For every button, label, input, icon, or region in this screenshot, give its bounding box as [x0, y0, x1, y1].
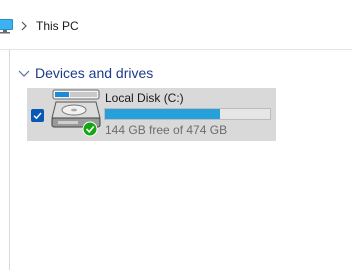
drive-usage-fill — [105, 109, 220, 119]
drive-checkbox[interactable] — [31, 109, 44, 122]
drive-name: Local Disk (C:) — [105, 91, 184, 105]
monitor-icon — [0, 19, 13, 34]
hard-drive-icon — [51, 89, 101, 137]
address-bar-divider — [0, 49, 352, 50]
group-header-devices-and-drives[interactable]: Devices and drives — [18, 63, 153, 83]
checkmark-icon — [33, 112, 42, 120]
drive-free-space: 144 GB free of 474 GB — [105, 123, 228, 137]
navigation-pane[interactable] — [0, 50, 10, 270]
address-bar[interactable]: This PC — [0, 0, 352, 49]
chevron-right-icon[interactable] — [19, 20, 29, 32]
drive-usage-bar — [104, 108, 271, 120]
group-title: Devices and drives — [35, 65, 154, 81]
breadcrumb-this-pc[interactable]: This PC — [36, 19, 79, 33]
chevron-down-icon[interactable] — [18, 68, 30, 78]
